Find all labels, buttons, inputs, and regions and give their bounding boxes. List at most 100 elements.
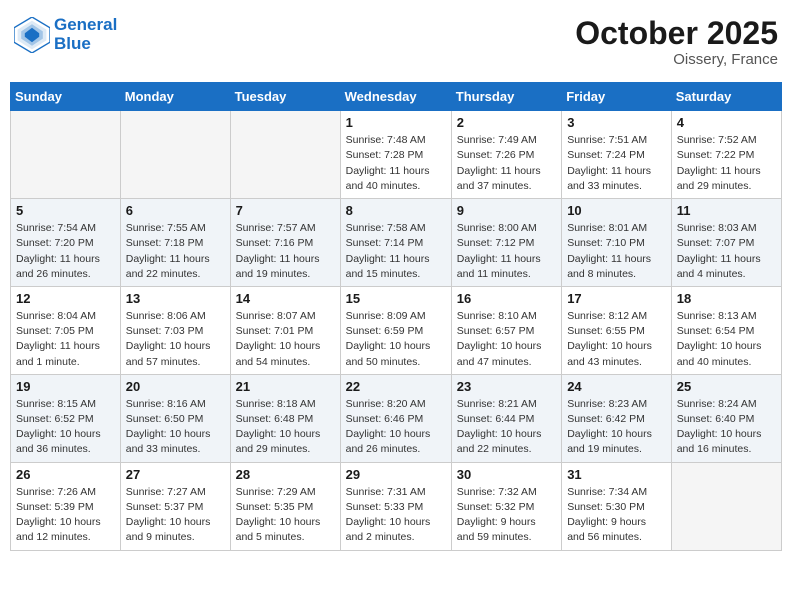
calendar-cell: 15 Sunrise: 8:09 AMSunset: 6:59 PMDayligh… (340, 286, 451, 374)
calendar-cell: 3 Sunrise: 7:51 AMSunset: 7:24 PMDaylight… (562, 111, 672, 199)
day-header-friday: Friday (562, 83, 672, 111)
day-info: Sunrise: 8:06 AMSunset: 7:03 PMDaylight:… (126, 309, 225, 370)
calendar-week-row: 5Sunrise: 7:54 AMSunset: 7:20 PMDaylight… (11, 199, 782, 287)
day-info: Sunrise: 7:27 AMSunset: 5:37 PMDaylight:… (126, 485, 225, 546)
calendar-week-row: 12Sunrise: 8:04 AMSunset: 7:05 PMDayligh… (11, 286, 782, 374)
calendar-cell: 20 Sunrise: 8:16 AMSunset: 6:50 PMDayligh… (120, 374, 230, 462)
location-title: Oissery, France (575, 51, 778, 68)
logo-icon (14, 17, 50, 53)
day-header-tuesday: Tuesday (230, 83, 340, 111)
day-info: Sunrise: 8:07 AMSunset: 7:01 PMDaylight:… (236, 309, 335, 370)
day-number: 17 (567, 291, 666, 306)
logo: General Blue (14, 16, 117, 53)
calendar-cell: 22 Sunrise: 8:20 AMSunset: 6:46 PMDayligh… (340, 374, 451, 462)
page-header: General Blue October 2025 Oissery, Franc… (10, 10, 782, 74)
day-info: Sunrise: 7:29 AMSunset: 5:35 PMDaylight:… (236, 485, 335, 546)
calendar-cell: 13Sunrise: 8:06 AMSunset: 7:03 PMDayligh… (120, 286, 230, 374)
day-info: Sunrise: 8:24 AMSunset: 6:40 PMDaylight:… (677, 397, 776, 458)
day-info: Sunrise: 7:57 AMSunset: 7:16 PMDaylight:… (236, 221, 335, 282)
day-info: Sunrise: 7:54 AMSunset: 7:20 PMDaylight:… (16, 221, 115, 282)
day-number: 20 (126, 379, 225, 394)
day-info: Sunrise: 7:26 AMSunset: 5:39 PMDaylight:… (16, 485, 115, 546)
day-number: 7 (236, 203, 335, 218)
day-info: Sunrise: 7:34 AMSunset: 5:30 PMDaylight:… (567, 485, 666, 546)
day-number: 9 (457, 203, 556, 218)
calendar-cell: 2 Sunrise: 7:49 AMSunset: 7:26 PMDaylight… (451, 111, 561, 199)
day-info: Sunrise: 7:32 AMSunset: 5:32 PMDaylight:… (457, 485, 556, 546)
calendar-cell: 29 Sunrise: 7:31 AMSunset: 5:33 PMDayligh… (340, 462, 451, 550)
calendar-cell (671, 462, 781, 550)
calendar-cell: 23Sunrise: 8:21 AMSunset: 6:44 PMDayligh… (451, 374, 561, 462)
logo-text: General Blue (54, 16, 117, 53)
day-number: 14 (236, 291, 335, 306)
calendar-cell: 28Sunrise: 7:29 AMSunset: 5:35 PMDayligh… (230, 462, 340, 550)
day-number: 25 (677, 379, 776, 394)
calendar-cell: 16 Sunrise: 8:10 AMSunset: 6:57 PMDayligh… (451, 286, 561, 374)
day-header-monday: Monday (120, 83, 230, 111)
calendar-cell: 8Sunrise: 7:58 AMSunset: 7:14 PMDaylight… (340, 199, 451, 287)
day-info: Sunrise: 8:23 AMSunset: 6:42 PMDaylight:… (567, 397, 666, 458)
day-info: Sunrise: 8:18 AMSunset: 6:48 PMDaylight:… (236, 397, 335, 458)
day-number: 2 (457, 115, 556, 130)
calendar-cell: 1 Sunrise: 7:48 AMSunset: 7:28 PMDaylight… (340, 111, 451, 199)
day-number: 29 (346, 467, 446, 482)
calendar-cell: 24 Sunrise: 8:23 AMSunset: 6:42 PMDayligh… (562, 374, 672, 462)
calendar-cell: 30 Sunrise: 7:32 AMSunset: 5:32 PMDayligh… (451, 462, 561, 550)
day-number: 15 (346, 291, 446, 306)
day-number: 4 (677, 115, 776, 130)
calendar-cell: 27 Sunrise: 7:27 AMSunset: 5:37 PMDayligh… (120, 462, 230, 550)
day-info: Sunrise: 8:10 AMSunset: 6:57 PMDaylight:… (457, 309, 556, 370)
calendar-cell: 14 Sunrise: 8:07 AMSunset: 7:01 PMDayligh… (230, 286, 340, 374)
day-header-saturday: Saturday (671, 83, 781, 111)
calendar-cell: 25 Sunrise: 8:24 AMSunset: 6:40 PMDayligh… (671, 374, 781, 462)
calendar-cell: 5Sunrise: 7:54 AMSunset: 7:20 PMDaylight… (11, 199, 121, 287)
day-info: Sunrise: 7:48 AMSunset: 7:28 PMDaylight:… (346, 133, 446, 194)
day-number: 10 (567, 203, 666, 218)
day-info: Sunrise: 7:51 AMSunset: 7:24 PMDaylight:… (567, 133, 666, 194)
day-number: 21 (236, 379, 335, 394)
day-info: Sunrise: 8:15 AMSunset: 6:52 PMDaylight:… (16, 397, 115, 458)
day-number: 18 (677, 291, 776, 306)
day-info: Sunrise: 8:12 AMSunset: 6:55 PMDaylight:… (567, 309, 666, 370)
calendar-cell: 21 Sunrise: 8:18 AMSunset: 6:48 PMDayligh… (230, 374, 340, 462)
day-info: Sunrise: 8:09 AMSunset: 6:59 PMDaylight:… (346, 309, 446, 370)
day-info: Sunrise: 7:49 AMSunset: 7:26 PMDaylight:… (457, 133, 556, 194)
day-number: 1 (346, 115, 446, 130)
calendar-cell: 7 Sunrise: 7:57 AMSunset: 7:16 PMDaylight… (230, 199, 340, 287)
day-number: 3 (567, 115, 666, 130)
calendar-cell: 10Sunrise: 8:01 AMSunset: 7:10 PMDayligh… (562, 199, 672, 287)
calendar-cell: 18 Sunrise: 8:13 AMSunset: 6:54 PMDayligh… (671, 286, 781, 374)
calendar-cell: 31 Sunrise: 7:34 AMSunset: 5:30 PMDayligh… (562, 462, 672, 550)
day-number: 27 (126, 467, 225, 482)
day-info: Sunrise: 8:00 AMSunset: 7:12 PMDaylight:… (457, 221, 556, 282)
month-title: October 2025 (575, 16, 778, 51)
calendar-cell (120, 111, 230, 199)
calendar-cell: 4Sunrise: 7:52 AMSunset: 7:22 PMDaylight… (671, 111, 781, 199)
day-number: 22 (346, 379, 446, 394)
calendar-week-row: 26 Sunrise: 7:26 AMSunset: 5:39 PMDayligh… (11, 462, 782, 550)
day-number: 31 (567, 467, 666, 482)
day-header-wednesday: Wednesday (340, 83, 451, 111)
day-info: Sunrise: 8:04 AMSunset: 7:05 PMDaylight:… (16, 309, 115, 370)
day-number: 16 (457, 291, 556, 306)
day-number: 11 (677, 203, 776, 218)
day-number: 30 (457, 467, 556, 482)
calendar-week-row: 1 Sunrise: 7:48 AMSunset: 7:28 PMDaylight… (11, 111, 782, 199)
calendar-week-row: 19Sunrise: 8:15 AMSunset: 6:52 PMDayligh… (11, 374, 782, 462)
day-number: 24 (567, 379, 666, 394)
calendar-cell: 17 Sunrise: 8:12 AMSunset: 6:55 PMDayligh… (562, 286, 672, 374)
day-info: Sunrise: 8:16 AMSunset: 6:50 PMDaylight:… (126, 397, 225, 458)
day-info: Sunrise: 7:58 AMSunset: 7:14 PMDaylight:… (346, 221, 446, 282)
day-info: Sunrise: 8:20 AMSunset: 6:46 PMDaylight:… (346, 397, 446, 458)
calendar-cell (11, 111, 121, 199)
calendar-table: SundayMondayTuesdayWednesdayThursdayFrid… (10, 82, 782, 550)
day-number: 26 (16, 467, 115, 482)
day-number: 6 (126, 203, 225, 218)
day-info: Sunrise: 8:21 AMSunset: 6:44 PMDaylight:… (457, 397, 556, 458)
calendar-header-row: SundayMondayTuesdayWednesdayThursdayFrid… (11, 83, 782, 111)
day-header-thursday: Thursday (451, 83, 561, 111)
calendar-cell: 6Sunrise: 7:55 AMSunset: 7:18 PMDaylight… (120, 199, 230, 287)
calendar-cell (230, 111, 340, 199)
day-info: Sunrise: 7:31 AMSunset: 5:33 PMDaylight:… (346, 485, 446, 546)
day-info: Sunrise: 8:13 AMSunset: 6:54 PMDaylight:… (677, 309, 776, 370)
